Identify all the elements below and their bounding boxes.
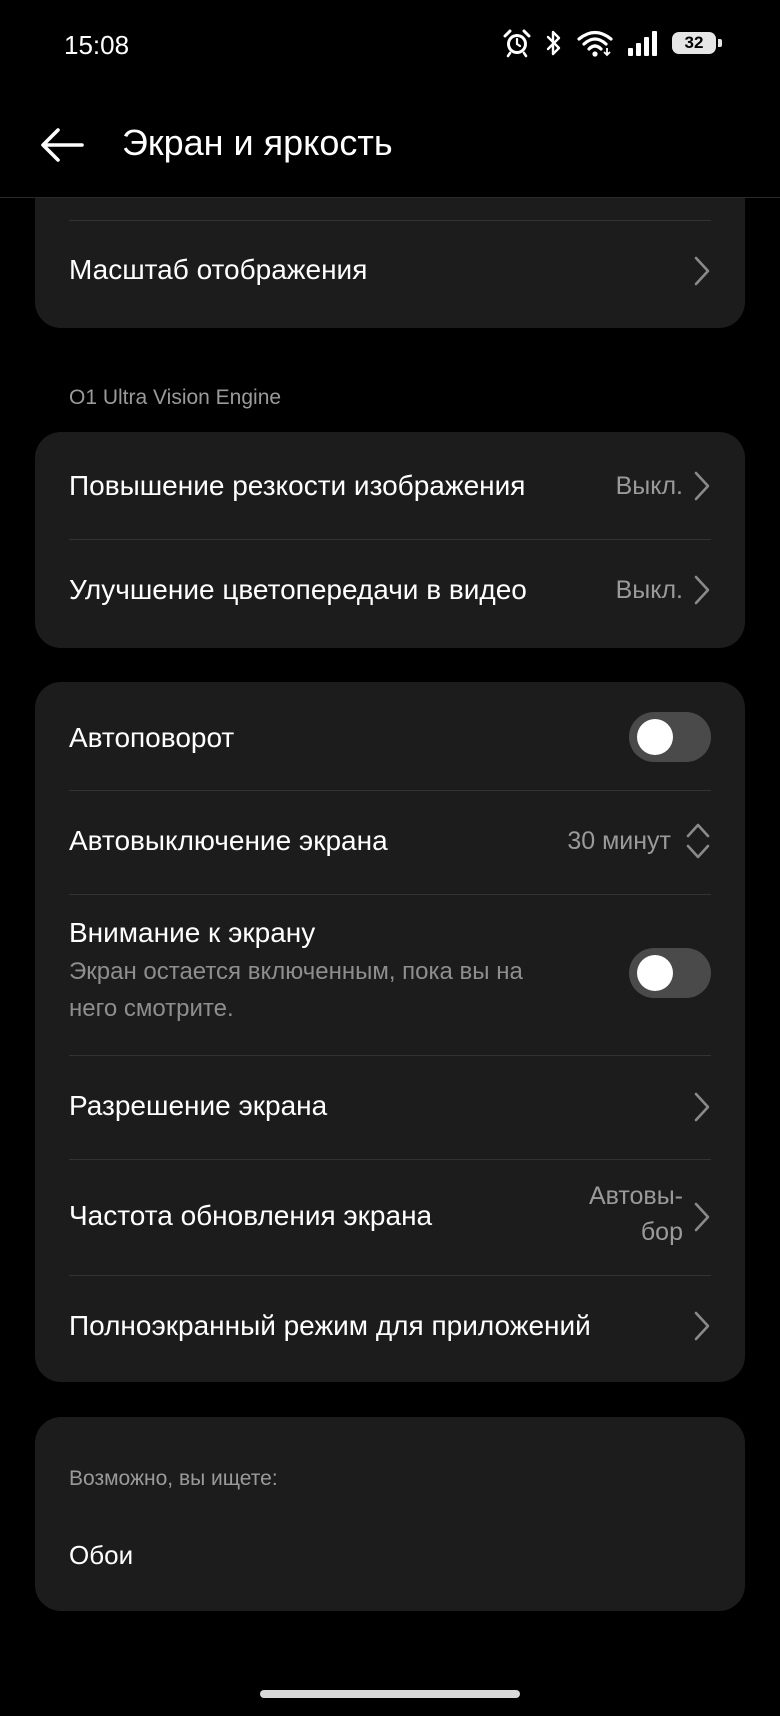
toggle-knob — [637, 955, 673, 991]
signal-icon — [628, 31, 657, 56]
image-sharpening-row[interactable]: Повышение резкости изображения Выкл. — [69, 432, 711, 538]
image-sharpening-value: Выкл. — [615, 472, 683, 500]
refresh-rate-value: Автовы- бор — [589, 1178, 683, 1250]
refresh-rate-label: Частота обновления экрана — [69, 1200, 433, 1231]
home-indicator[interactable] — [260, 1690, 520, 1698]
chevron-right-icon — [694, 471, 710, 501]
image-sharpening-label: Повышение резкости изображения — [69, 470, 526, 501]
screen-timeout-value: 30 минут — [567, 827, 671, 855]
screen-attention-label: Внимание к экрану — [69, 917, 316, 948]
screen-attention-description: Экран остается включенным, пока вы на не… — [69, 953, 589, 1027]
screen-settings-card: Автоповорот Автовыключение экрана 30 мин… — [35, 682, 745, 1382]
wifi-icon — [577, 30, 613, 57]
suggestions-card: Возможно, вы ищете: Обои — [35, 1417, 745, 1611]
page-title: Экран и яркость — [122, 122, 393, 163]
fullscreen-apps-row[interactable]: Полноэкранный режим для приложений — [69, 1276, 711, 1382]
display-scale-row[interactable]: Масштаб отображения — [69, 221, 711, 323]
battery-tip — [718, 39, 722, 47]
alarm-icon — [503, 29, 531, 58]
screen-resolution-label: Разрешение экрана — [69, 1090, 328, 1121]
description-line: него смотрите. — [69, 995, 234, 1022]
chevron-right-icon — [694, 1092, 710, 1122]
description-line: Экран остается включенным, пока вы на — [69, 958, 523, 985]
status-icons: 32 — [502, 28, 722, 58]
video-color-row[interactable]: Улучшение цветопередачи в видео Выкл. — [69, 540, 711, 648]
auto-rotate-row[interactable]: Автоповорот — [69, 682, 711, 790]
chevron-up-down-icon — [686, 823, 710, 859]
refresh-rate-row[interactable]: Частота обновления экрана Автовы- бор — [69, 1160, 711, 1275]
chevron-right-icon — [694, 256, 710, 286]
battery-icon: 32 — [672, 30, 722, 56]
auto-rotate-toggle[interactable] — [629, 712, 711, 762]
chevron-right-icon — [694, 575, 710, 605]
suggestion-item[interactable]: Обои — [69, 1515, 711, 1595]
status-time: 15:08 — [64, 30, 130, 60]
status-bar: 15:08 32 — [0, 0, 780, 96]
toggle-knob — [637, 719, 673, 755]
video-color-label: Улучшение цветопередачи в видео — [69, 574, 527, 605]
chevron-right-icon — [694, 1202, 710, 1232]
auto-rotate-label: Автоповорот — [69, 722, 235, 753]
screen-timeout-row[interactable]: Автовыключение экрана 30 минут — [69, 791, 711, 894]
video-color-value: Выкл. — [615, 576, 683, 604]
bluetooth-icon — [546, 30, 561, 56]
screen-attention-row[interactable]: Внимание к экрану Экран остается включен… — [69, 895, 711, 1055]
suggestions-header: Возможно, вы ищете: — [69, 1467, 278, 1490]
suggestion-wallpapers-label: Обои — [69, 1540, 134, 1570]
arrow-left-icon — [41, 128, 84, 162]
refresh-rate-value-line: Автовы- — [588, 1182, 683, 1210]
fullscreen-apps-label: Полноэкранный режим для приложений — [69, 1310, 591, 1341]
battery-level: 32 — [684, 33, 704, 52]
app-bar: Экран и яркость — [0, 96, 780, 198]
section-header-vision-engine: O1 Ultra Vision Engine — [69, 386, 282, 409]
screen-timeout-label: Автовыключение экрана — [69, 825, 388, 856]
screen-attention-toggle[interactable] — [629, 948, 711, 998]
chevron-right-icon — [694, 1311, 710, 1341]
display-scale-label: Масштаб отображения — [69, 254, 368, 285]
vision-engine-card: Повышение резкости изображения Выкл. Улу… — [35, 432, 745, 648]
screen-resolution-row[interactable]: Разрешение экрана — [69, 1056, 711, 1159]
refresh-rate-value-line: бор — [640, 1218, 683, 1246]
back-button[interactable] — [34, 120, 90, 170]
